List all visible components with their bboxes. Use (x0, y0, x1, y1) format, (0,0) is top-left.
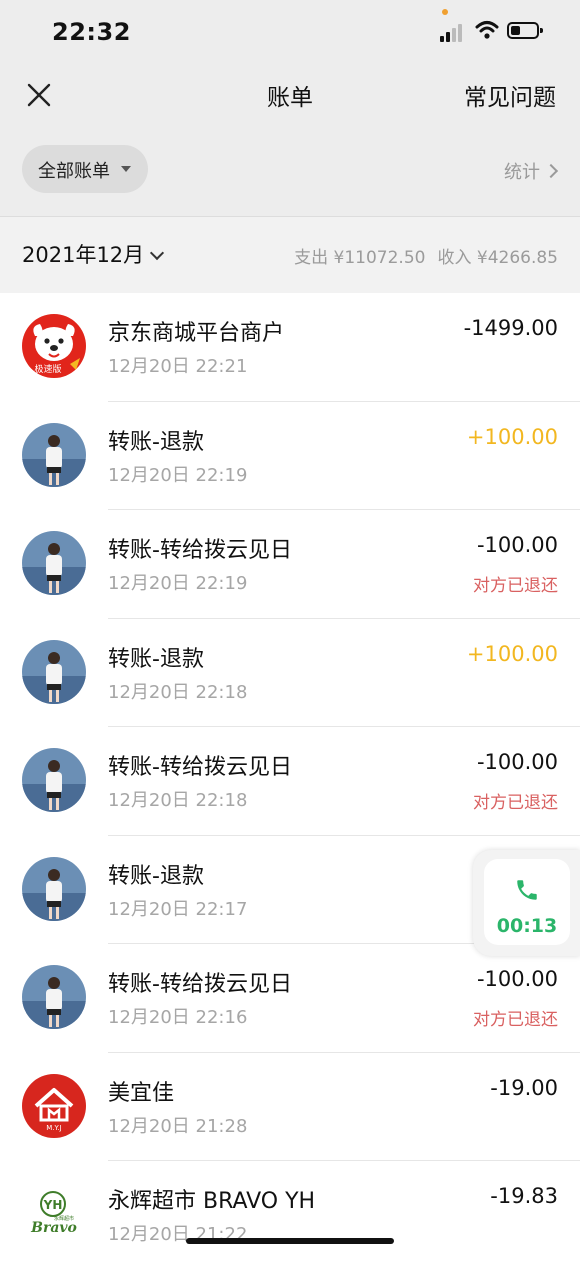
transaction-title: 转账-退款 (108, 863, 204, 889)
month-selector[interactable]: 2021年12月 (22, 239, 165, 269)
transaction-row[interactable]: 转账-转给拨云见日 12月20日 22:19 -100.00 对方已退还 (0, 510, 580, 619)
meiyijia-logo-icon: M.Y.J (22, 1073, 86, 1138)
filter-bar: 全部账单 统计 (0, 128, 580, 216)
bill-filter-label: 全部账单 (38, 161, 110, 182)
transaction-row[interactable]: 极速版 京东商城平台商户 12月20日 22:21 -1499.00 (0, 293, 580, 402)
transaction-row[interactable]: 转账-退款 12月20日 22:19 +100.00 (0, 401, 580, 510)
transaction-amount: +100.00 (466, 641, 558, 666)
voice-call-floating-widget[interactable]: 00:13 (473, 850, 580, 956)
transaction-row[interactable]: 转账-转给拨云见日 12月20日 22:16 -100.00 对方已退还 (0, 944, 580, 1053)
month-label: 2021年12月 (22, 243, 145, 267)
user-photo-avatar (22, 639, 86, 704)
transaction-title: 转账-退款 (108, 429, 204, 455)
privacy-dot-icon (442, 9, 448, 15)
chevron-right-icon (543, 163, 559, 179)
income-total: 收入 ¥4266.85 (437, 248, 558, 268)
home-indicator (186, 1238, 394, 1244)
statistics-label: 统计 (504, 162, 540, 183)
yonghui-mark-text: YH (43, 1198, 63, 1212)
transaction-title: 转账-转给拨云见日 (108, 755, 292, 780)
transaction-row[interactable]: M.Y.J 美宜佳 12月20日 21:28 -19.00 (0, 1052, 580, 1161)
jd-badge-text: 极速版 (34, 363, 61, 375)
user-photo-avatar (22, 856, 86, 921)
transaction-amount: -100.00 (476, 750, 558, 774)
transaction-title: 转账-转给拨云见日 (108, 538, 292, 563)
caret-down-icon (121, 166, 131, 172)
transaction-row[interactable]: 转账-转给拨云见日 12月20日 22:18 -100.00 对方已退还 (0, 727, 580, 836)
transaction-title: 美宜佳 (108, 1080, 175, 1106)
transaction-date: 12月20日 22:16 (108, 1007, 248, 1028)
yonghui-brand-text: Bravo (30, 1220, 77, 1236)
transaction-date: 12月20日 22:18 (108, 681, 248, 703)
transaction-row[interactable]: 转账-退款 12月20日 22:18 +100.00 (0, 618, 580, 727)
transaction-title: 京东商城平台商户 (108, 321, 285, 346)
refund-status-note: 对方已退还 (473, 576, 558, 596)
expense-total: 支出 ¥11072.50 (294, 248, 426, 268)
status-bar: 22:32 (0, 0, 580, 62)
refund-status-note: 对方已退还 (473, 793, 558, 813)
transaction-title: 转账-退款 (108, 646, 204, 672)
transaction-date: 12月20日 22:19 (108, 464, 248, 486)
transaction-title: 转账-转给拨云见日 (108, 972, 292, 997)
user-photo-avatar (22, 965, 86, 1029)
meiyijia-logo-text: M.Y.J (46, 1124, 61, 1132)
refund-status-note: 对方已退还 (473, 1010, 558, 1030)
transaction-date: 12月20日 22:17 (108, 898, 248, 920)
transaction-amount: -19.00 (490, 1075, 558, 1100)
transaction-date: 12月20日 22:19 (108, 573, 248, 594)
user-photo-avatar (22, 748, 86, 812)
chevron-down-icon (150, 245, 165, 261)
jd-logo-icon: 极速版 (22, 314, 86, 378)
status-time: 22:32 (52, 18, 131, 46)
user-photo-avatar (22, 422, 86, 487)
transaction-date: 12月20日 22:18 (108, 790, 248, 811)
month-summary: 支出 ¥11072.50 收入 ¥4266.85 (294, 243, 558, 268)
faq-link[interactable]: 常见问题 (464, 78, 556, 112)
transaction-date: 12月20日 21:28 (108, 1115, 248, 1137)
nav-bar: 账单 常见问题 (0, 62, 580, 128)
user-photo-avatar (22, 531, 86, 595)
yonghui-sub-text: 永辉超市 (54, 1215, 74, 1222)
wifi-icon (475, 21, 499, 39)
transaction-date: 12月20日 22:21 (108, 356, 248, 377)
statistics-link[interactable]: 统计 (504, 158, 559, 184)
month-header: 2021年12月 支出 ¥11072.50 收入 ¥4266.85 (0, 217, 580, 293)
transaction-amount: -19.83 (490, 1184, 558, 1208)
yonghui-logo-icon: YH Bravo 永辉超市 (22, 1182, 86, 1246)
phone-icon (517, 880, 537, 900)
cellular-signal-icon (440, 22, 464, 42)
transaction-list: 极速版 京东商城平台商户 12月20日 22:21 -1499.00 转账-退款… (0, 293, 580, 1270)
bill-filter-dropdown[interactable]: 全部账单 (22, 145, 148, 193)
transaction-title: 永辉超市 BRAVO YH (108, 1189, 316, 1214)
battery-icon (507, 22, 543, 39)
transaction-amount: -100.00 (476, 967, 558, 991)
transaction-amount: +100.00 (466, 424, 558, 449)
transaction-amount: -1499.00 (463, 316, 558, 340)
call-duration: 00:13 (496, 915, 558, 937)
transaction-row[interactable]: YH Bravo 永辉超市 永辉超市 BRAVO YH 12月20日 21:22… (0, 1161, 580, 1270)
transaction-amount: -100.00 (476, 533, 558, 557)
